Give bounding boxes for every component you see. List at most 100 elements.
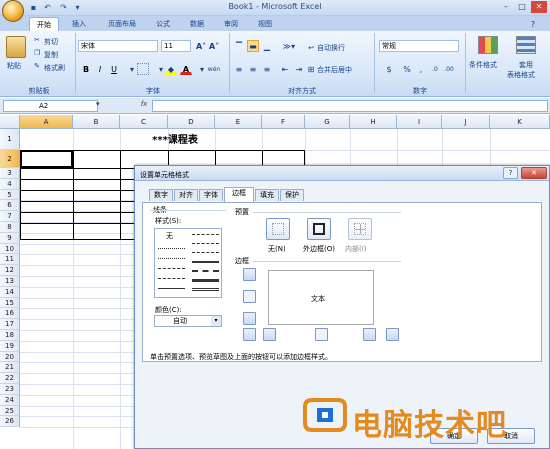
color-dropdown-icon[interactable]: ▾ xyxy=(211,316,221,326)
align-center-icon[interactable]: ≡ xyxy=(247,63,259,75)
column-header-e[interactable]: E xyxy=(215,115,262,129)
row-header-22[interactable]: 22 xyxy=(0,373,20,384)
align-middle-icon[interactable]: ▬ xyxy=(247,40,259,52)
number-format-dropdown[interactable]: 常规 xyxy=(379,40,459,52)
line-style-option[interactable] xyxy=(192,252,219,253)
row-header-4[interactable]: 4 xyxy=(0,178,20,190)
cut-button[interactable]: 剪切 xyxy=(44,37,58,47)
border-left-button[interactable] xyxy=(263,328,276,341)
align-bottom-icon[interactable]: ▁ xyxy=(261,40,273,52)
format-painter-button[interactable]: 格式刷 xyxy=(44,63,65,73)
row-header-19[interactable]: 19 xyxy=(0,340,20,352)
increase-decimal-icon[interactable]: .0 xyxy=(429,63,441,75)
column-header-a[interactable]: A xyxy=(20,115,73,129)
line-style-option[interactable] xyxy=(158,248,185,249)
decrease-decimal-icon[interactable]: .00 xyxy=(443,63,455,75)
dialog-tab-fill[interactable]: 填充 xyxy=(255,189,279,201)
border-button-icon[interactable] xyxy=(137,63,149,75)
row-header-11[interactable]: 11 xyxy=(0,254,20,266)
preset-outline-label[interactable]: 外边框(O) xyxy=(303,244,335,254)
conditional-format-button[interactable]: 条件格式 xyxy=(469,60,497,70)
dialog-help-icon[interactable]: ? xyxy=(503,167,518,179)
line-style-option[interactable] xyxy=(192,288,219,291)
tab-data[interactable]: 数据 xyxy=(184,17,210,31)
merge-center-button[interactable]: 合并后居中 xyxy=(317,65,352,75)
column-header-i[interactable]: I xyxy=(397,115,442,129)
column-header-k[interactable]: K xyxy=(490,115,550,129)
row-header-2[interactable]: 2 xyxy=(0,150,20,168)
line-style-option[interactable] xyxy=(192,270,219,272)
row-header-1[interactable]: 1 xyxy=(0,129,20,150)
row-header-10[interactable]: 10 xyxy=(0,243,20,255)
dialog-close-icon[interactable]: ✕ xyxy=(521,167,547,179)
conditional-format-icon[interactable] xyxy=(478,36,498,54)
border-top-button[interactable] xyxy=(243,268,256,281)
line-style-option[interactable] xyxy=(192,279,219,282)
minimize-icon[interactable]: – xyxy=(498,1,514,13)
copy-icon[interactable]: ❐ xyxy=(34,49,40,57)
dialog-tab-number[interactable]: 数字 xyxy=(149,189,173,201)
border-middle-h-button[interactable] xyxy=(243,290,256,303)
tab-page-layout[interactable]: 页面布局 xyxy=(102,17,142,31)
row-header-6[interactable]: 6 xyxy=(0,200,20,212)
phonetic-button[interactable]: wén xyxy=(206,63,222,75)
insert-function-button[interactable]: fx xyxy=(136,100,152,112)
column-header-h[interactable]: H xyxy=(350,115,397,129)
percent-button[interactable]: % xyxy=(401,63,413,75)
row-header-16[interactable]: 16 xyxy=(0,308,20,320)
row-header-21[interactable]: 21 xyxy=(0,362,20,374)
wrap-text-button[interactable]: 自动换行 xyxy=(317,43,345,53)
row-header-25[interactable]: 25 xyxy=(0,405,20,417)
comma-button[interactable]: , xyxy=(415,63,427,75)
row-header-12[interactable]: 12 xyxy=(0,265,20,276)
italic-button[interactable]: I xyxy=(94,63,106,75)
row-header-7[interactable]: 7 xyxy=(0,211,20,222)
tab-insert[interactable]: 插入 xyxy=(66,17,92,31)
select-all-corner[interactable] xyxy=(0,115,20,129)
row-header-24[interactable]: 24 xyxy=(0,394,20,406)
row-header-20[interactable]: 20 xyxy=(0,351,20,363)
row-header-14[interactable]: 14 xyxy=(0,286,20,298)
table-format-icon[interactable] xyxy=(516,36,536,54)
line-style-option[interactable] xyxy=(158,258,185,259)
line-style-option[interactable] xyxy=(158,268,185,269)
decrease-indent-icon[interactable]: ⇤ xyxy=(279,63,291,75)
shrink-font-button[interactable]: A˅ xyxy=(208,40,220,52)
border-bottom-button[interactable] xyxy=(243,312,256,325)
line-style-option[interactable] xyxy=(158,278,185,279)
tab-view[interactable]: 视图 xyxy=(252,17,278,31)
tab-review[interactable]: 审阅 xyxy=(218,17,244,31)
dialog-tab-protection[interactable]: 保护 xyxy=(280,189,304,201)
formula-input[interactable] xyxy=(152,100,548,112)
row-header-5[interactable]: 5 xyxy=(0,189,20,201)
align-right-icon[interactable]: ≡ xyxy=(261,63,273,75)
currency-button[interactable]: $ xyxy=(380,63,398,75)
dialog-tab-font[interactable]: 字体 xyxy=(199,189,223,201)
merge-center-icon[interactable]: ⊞ xyxy=(305,63,317,75)
maximize-icon[interactable]: □ xyxy=(514,1,530,13)
row-header-3[interactable]: 3 xyxy=(0,168,20,179)
selected-cell-a2[interactable] xyxy=(20,150,73,168)
column-header-d[interactable]: D xyxy=(168,115,215,129)
underline-button[interactable]: U xyxy=(108,63,120,75)
font-name-dropdown[interactable]: 宋体 xyxy=(78,40,158,52)
row-header-18[interactable]: 18 xyxy=(0,330,20,341)
align-left-icon[interactable]: ≡ xyxy=(233,63,245,75)
row-header-17[interactable]: 17 xyxy=(0,319,20,330)
bold-button[interactable]: B xyxy=(80,63,92,75)
grow-font-button[interactable]: A˄ xyxy=(195,40,207,52)
border-right-button[interactable] xyxy=(363,328,376,341)
row-header-23[interactable]: 23 xyxy=(0,384,20,395)
name-box[interactable]: A2 xyxy=(3,100,98,112)
wrap-text-icon[interactable]: ↩ xyxy=(305,42,317,54)
border-diagonal-down-button[interactable] xyxy=(386,328,399,341)
tab-home[interactable]: 开始 xyxy=(29,17,59,31)
dialog-tab-alignment[interactable]: 对齐 xyxy=(174,189,198,201)
column-header-f[interactable]: F xyxy=(262,115,305,129)
preset-inside-label[interactable]: 内部(I) xyxy=(345,244,367,254)
increase-indent-icon[interactable]: ⇥ xyxy=(293,63,305,75)
align-top-icon[interactable]: ▔ xyxy=(233,40,245,52)
column-header-b[interactable]: B xyxy=(73,115,120,129)
line-style-none[interactable]: 无 xyxy=(166,231,173,241)
close-icon[interactable]: ✕ xyxy=(531,1,547,13)
